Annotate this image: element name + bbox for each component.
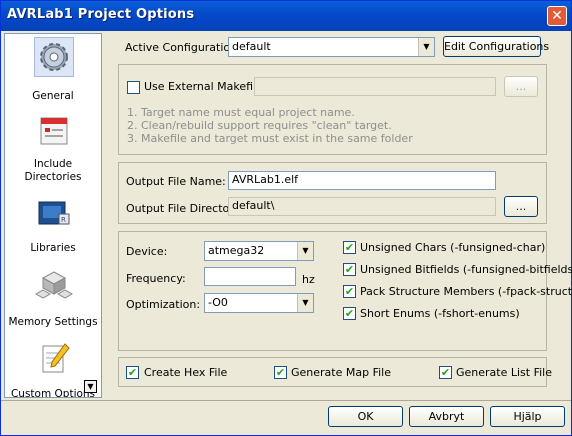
generate-list-file-label: Generate List File <box>456 366 553 379</box>
output-file-directory-label: Output File Directory: <box>126 202 244 215</box>
chevron-down-icon: ▼ <box>418 38 434 56</box>
unsigned-chars-checkbox[interactable]: ✔ <box>343 241 356 254</box>
output-directory-browse-button[interactable]: ... <box>504 196 538 217</box>
makefile-hint-1: 1. Target name must equal project name. <box>127 106 355 119</box>
device-value: atmega32 <box>208 244 265 257</box>
calendar-icon <box>40 117 68 145</box>
output-file-name-label: Output File Name: <box>126 175 226 188</box>
create-hex-file-label: Create Hex File <box>144 366 228 379</box>
edit-configurations-button[interactable]: Edit Configurations <box>443 36 549 57</box>
unsigned-bitfields-label: Unsigned Bitfields (-funsigned-bitfields… <box>360 263 572 276</box>
ok-button[interactable]: OK <box>328 406 403 427</box>
sidebar-item-memory-settings[interactable]: Memory Settings <box>5 266 101 334</box>
use-external-makefile-checkbox[interactable] <box>127 81 140 94</box>
generate-list-file-checkbox[interactable]: ✔ <box>439 366 452 379</box>
chevron-down-icon: ▼ <box>297 294 313 312</box>
category-sidebar: General Include Directories R Libraries <box>4 33 102 398</box>
device-group: Device: atmega32 ▼ Frequency: hz Optimiz… <box>118 231 572 351</box>
sidebar-item-label: Include Directories <box>24 158 82 183</box>
makefile-group: Use External Makefile ... 1. Target name… <box>118 64 547 155</box>
unsigned-bitfields-checkbox[interactable]: ✔ <box>343 263 356 276</box>
chevron-down-icon: ▼ <box>297 242 313 260</box>
cancel-button[interactable]: Avbryt <box>409 406 484 427</box>
close-button[interactable]: ✕ <box>547 6 567 26</box>
frequency-unit-label: hz <box>302 273 315 286</box>
active-configuration-value: default <box>232 40 271 53</box>
output-file-name-input[interactable]: AVRLab1.elf <box>228 171 496 190</box>
frequency-label: Frequency: <box>126 272 186 285</box>
active-configuration-label: Active Configuration <box>125 41 238 54</box>
sidebar-item-general[interactable]: General <box>5 36 101 104</box>
makefile-hint-2: 2. Clean/rebuild support requires "clean… <box>127 119 392 132</box>
output-group: Output File Name: AVRLab1.elf Output Fil… <box>118 162 547 224</box>
help-button[interactable]: Hjälp <box>490 406 565 427</box>
project-options-dialog: AVRLab1 Project Options ✕ General Includ… <box>0 0 572 436</box>
sidebar-item-label: Memory Settings <box>8 316 98 328</box>
svg-text:R: R <box>61 216 66 224</box>
unsigned-chars-label: Unsigned Chars (-funsigned-char) <box>360 241 546 254</box>
device-select[interactable]: atmega32 ▼ <box>204 241 314 261</box>
frequency-input[interactable] <box>204 267 296 286</box>
output-file-directory-input[interactable]: default\ <box>228 197 496 216</box>
makefile-browse-button[interactable]: ... <box>504 76 538 97</box>
short-enums-checkbox[interactable]: ✔ <box>343 307 356 320</box>
use-external-makefile-label: Use External Makefile <box>144 80 263 93</box>
makefile-hint-3: 3. Makefile and target must exist in the… <box>127 132 413 145</box>
gear-icon <box>34 37 74 77</box>
optimization-select[interactable]: -O0 ▼ <box>204 293 314 313</box>
optimization-label: Optimization: <box>126 298 201 311</box>
window-title: AVRLab1 Project Options <box>7 7 195 22</box>
optimization-value: -O0 <box>208 296 228 309</box>
blocks-icon <box>35 271 73 299</box>
title-bar[interactable]: AVRLab1 Project Options ✕ <box>1 1 571 31</box>
generate-map-file-label: Generate Map File <box>291 366 391 379</box>
pack-structure-members-label: Pack Structure Members (-fpack-struct) <box>360 285 572 298</box>
footer-divider <box>1 400 571 401</box>
books-icon: R <box>38 201 70 225</box>
notepad-pencil-icon <box>42 343 70 373</box>
create-hex-file-checkbox[interactable]: ✔ <box>126 366 139 379</box>
generate-map-file-checkbox[interactable]: ✔ <box>274 366 287 379</box>
chevron-down-icon[interactable]: ▼ <box>84 380 97 393</box>
device-label: Device: <box>126 245 168 258</box>
sidebar-item-label: General <box>32 90 74 102</box>
generate-files-group: ✔ Create Hex File ✔ Generate Map File ✔ … <box>118 357 552 387</box>
pack-structure-members-checkbox[interactable]: ✔ <box>343 285 356 298</box>
makefile-path-input[interactable] <box>254 77 496 96</box>
short-enums-label: Short Enums (-fshort-enums) <box>360 307 520 320</box>
sidebar-item-libraries[interactable]: R Libraries <box>5 194 101 262</box>
active-configuration-select[interactable]: default ▼ <box>228 37 435 57</box>
sidebar-item-include-directories[interactable]: Include Directories <box>5 110 101 183</box>
sidebar-item-label: Libraries <box>30 242 76 254</box>
